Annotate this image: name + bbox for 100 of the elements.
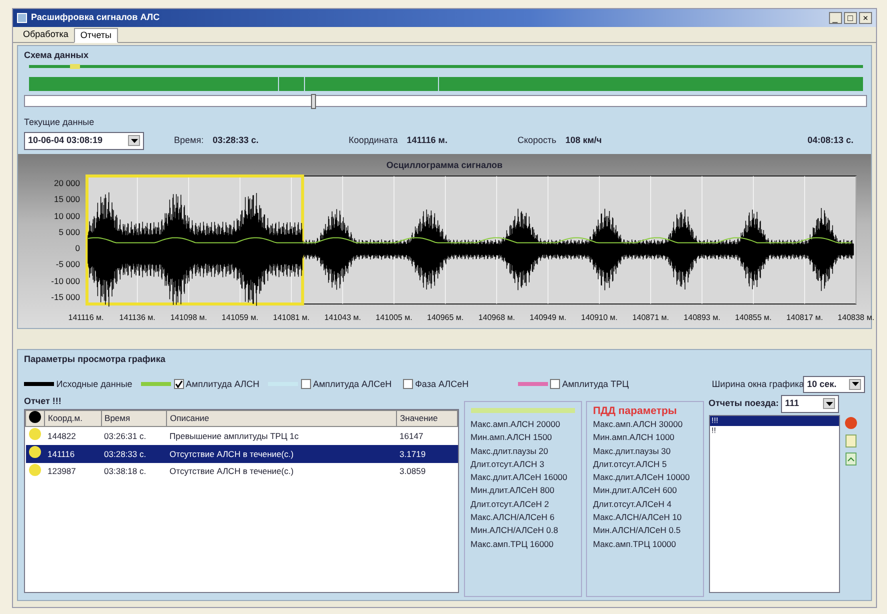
table-cell: Превышение амплитуды ТРЦ 1с xyxy=(166,426,397,445)
axis-label: 140949 м. xyxy=(530,312,566,324)
document-icon[interactable] xyxy=(842,433,858,449)
panel-heading: Схема данных xyxy=(24,49,90,62)
table-cell: 144822 xyxy=(44,426,102,445)
axis-label: 141005 м. xyxy=(376,312,412,324)
document-icon[interactable] xyxy=(842,451,858,468)
parameter-text: Макс.длит.АЛСеН 10000 xyxy=(593,471,691,484)
axis-label: 0 xyxy=(74,242,80,255)
parameter-text: Мин.амп.АЛСН 1500 xyxy=(470,431,553,444)
panel-heading: Параметры просмотра графика xyxy=(24,353,166,366)
table-cell: 3.1719 xyxy=(396,445,458,463)
tab[interactable]: Обработка xyxy=(17,27,74,42)
delete-icon[interactable] xyxy=(842,414,858,431)
axis-label: 141043 м. xyxy=(324,312,361,324)
table-cell: 16147 xyxy=(396,426,458,445)
parameter-text: Длит.отсут.АЛСеН 4 xyxy=(593,498,672,511)
checkbox[interactable] xyxy=(550,379,560,390)
axis-label: 141059 м. xyxy=(222,312,258,324)
parameter-text: Макс.АЛСН/АЛСеН 10 xyxy=(593,511,683,524)
axis-label: 140817 м. xyxy=(786,312,823,324)
tab[interactable]: Отчеты xyxy=(74,28,118,43)
maximize-button[interactable]: □ xyxy=(844,12,857,24)
parameter-text: Длит.отсут.АЛСН 5 xyxy=(593,458,668,471)
parameter-text: Макс.амп.АЛСН 30000 xyxy=(593,418,684,431)
parameter-text: Макс.длит.АЛСеН 16000 xyxy=(470,471,568,484)
field-label: Отчеты поезда: xyxy=(708,397,779,410)
field-label: Координата xyxy=(348,134,398,147)
minimize-button[interactable]: _ xyxy=(828,12,842,24)
table-cell: 141116 xyxy=(44,445,102,463)
axis-label: 140965 м. xyxy=(427,312,464,324)
train-select[interactable]: 111 xyxy=(781,395,839,412)
parameter-text: Длит.отсут.АЛСН 3 xyxy=(470,458,546,471)
field-value: 03:28:33 с. xyxy=(212,134,259,147)
axis-label: 141098 м. xyxy=(170,312,207,324)
parameter-text: Макс.амп.ТРЦ 10000 xyxy=(593,538,678,551)
column-header[interactable]: Значение xyxy=(396,410,458,427)
parameter-text: Мин.АЛСН/АЛСеН 0.5 xyxy=(593,524,682,538)
axis-label: 140855 м. xyxy=(735,312,772,324)
parameter-text: Мин.амп.АЛСН 1000 xyxy=(593,431,676,444)
axis-label: 141116 м. xyxy=(68,312,104,324)
caret-icon xyxy=(128,135,140,146)
parameter-text: Макс.длит.паузы 20 xyxy=(470,444,550,458)
table-cell: 03:38:18 с. xyxy=(101,462,167,480)
parameter-text: Макс.АЛСН/АЛСеН 6 xyxy=(470,511,556,524)
caret-icon xyxy=(849,378,861,390)
legend-label: Амплитуда АЛСН xyxy=(186,378,260,391)
parameter-text: Макс.длит.паузы 30 xyxy=(593,444,672,458)
checkbox[interactable] xyxy=(402,379,413,390)
report-title: Отчет !!! xyxy=(24,395,62,408)
field-label: Текущие данные xyxy=(24,116,96,130)
axis-label: 140910 м. xyxy=(581,312,618,324)
app-icon xyxy=(17,13,27,23)
parameter-text: Мин.длит.АЛСеН 800 xyxy=(470,484,556,498)
close-button[interactable]: × xyxy=(859,12,872,24)
window-width-select[interactable]: 10 сек. xyxy=(803,376,865,393)
field-value: 141116 м. xyxy=(406,134,448,147)
column-header[interactable]: Время xyxy=(101,410,167,427)
axis-label: 140838 м. xyxy=(838,312,874,324)
axis-label: -5 000 xyxy=(54,258,80,272)
table-cell: 3.0859 xyxy=(396,462,458,480)
legend-label: Амплитуда ТРЦ xyxy=(562,378,629,391)
list-item[interactable]: !!! xyxy=(710,416,840,426)
caret-icon xyxy=(823,398,835,410)
parameter-text: Мин.длит.АЛСеН 600 xyxy=(593,484,678,498)
axis-label: -10 000 xyxy=(50,274,80,288)
table-cell: Отсутствие АЛСН в течение(с.) xyxy=(166,445,397,463)
checkbox[interactable] xyxy=(300,379,311,390)
field-label: Время: xyxy=(174,134,204,147)
axis-label: 140968 м. xyxy=(478,312,515,324)
axis-label: 140871 м. xyxy=(632,312,669,324)
axis-label: 141081 м. xyxy=(273,312,310,324)
status-dot-icon xyxy=(29,410,41,422)
table-cell: 03:26:31 с. xyxy=(101,426,167,445)
slider-thumb[interactable] xyxy=(310,94,316,110)
axis-label: 140893 м. xyxy=(684,312,720,324)
column-header[interactable]: Описание xyxy=(166,410,397,427)
field-value: 108 км/ч xyxy=(565,134,602,147)
axis-label: -15 000 xyxy=(50,291,80,304)
legend-label: Амплитуда АЛСеН xyxy=(312,378,392,391)
window-title: Расшифровка сигналов АЛС xyxy=(31,11,160,24)
selection-window[interactable] xyxy=(86,174,304,306)
axis-label: 10 000 xyxy=(53,210,80,222)
axis-label: 15 000 xyxy=(53,193,80,206)
parameter-title: ПДД параметры xyxy=(593,405,678,418)
chart-title: Осциллограмма сигналов xyxy=(385,159,504,172)
list-item[interactable]: !! xyxy=(710,426,840,436)
field-label: Ширина окна графика xyxy=(712,378,804,391)
axis-label: 20 000 xyxy=(53,177,80,190)
date-select[interactable]: 10-06-04 03:08:19 xyxy=(24,132,144,150)
parameter-text: Макс.амп.ТРЦ 16000 xyxy=(470,538,555,551)
field-label: Скорость xyxy=(517,134,556,147)
checkbox[interactable] xyxy=(174,379,184,390)
column-header[interactable]: Коорд.м. xyxy=(44,410,102,427)
table-cell: 03:28:33 с. xyxy=(101,445,167,463)
table-cell: Отсутствие АЛСН в течение(с.) xyxy=(166,462,397,480)
legend-label: Фаза АЛСеН xyxy=(415,378,469,390)
legend-label: Исходные данные xyxy=(56,378,132,391)
parameter-text: Длит.отсут.АЛСеН 2 xyxy=(470,498,550,511)
parameter-text: Макс.амп.АЛСН 20000 xyxy=(470,418,562,431)
